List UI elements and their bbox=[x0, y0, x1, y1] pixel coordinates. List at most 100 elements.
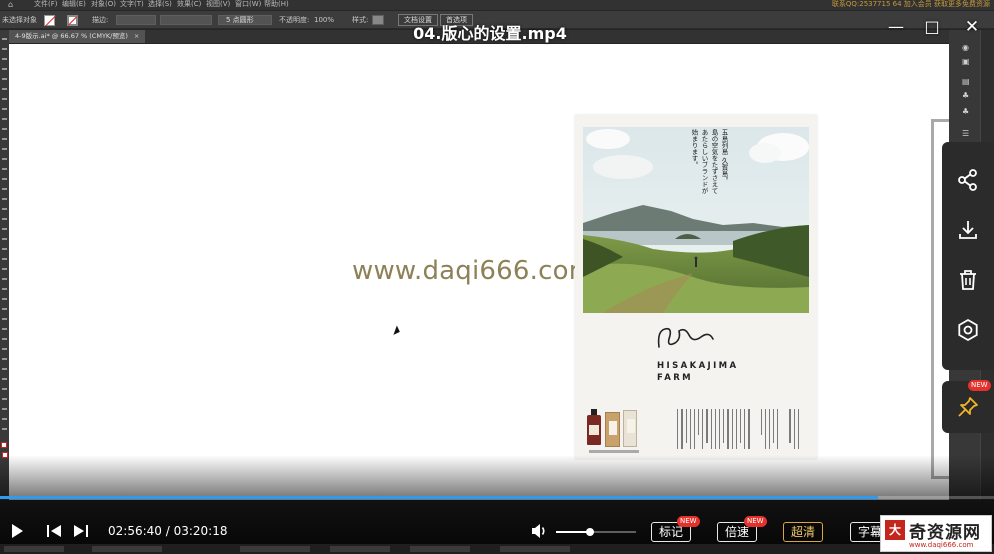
tool-icon[interactable] bbox=[2, 58, 7, 60]
taskbar-item[interactable] bbox=[92, 546, 162, 552]
menu-file[interactable]: 文件(F) bbox=[34, 0, 58, 9]
tool-icon[interactable] bbox=[2, 178, 7, 180]
previous-icon[interactable] bbox=[45, 522, 63, 540]
minimize-button[interactable]: — bbox=[886, 17, 906, 37]
artboards-icon[interactable]: ▤ bbox=[962, 78, 971, 86]
stroke-swatch[interactable] bbox=[67, 15, 78, 26]
taskbar bbox=[0, 544, 994, 554]
home-icon[interactable]: ⌂ bbox=[8, 1, 16, 9]
delete-icon[interactable] bbox=[956, 268, 980, 292]
pin-icon[interactable] bbox=[956, 395, 980, 419]
site-url: www.daqi666.com bbox=[909, 541, 974, 549]
share-icon[interactable] bbox=[956, 168, 980, 192]
taskbar-item[interactable] bbox=[500, 546, 570, 552]
tool-icon[interactable] bbox=[2, 418, 7, 420]
tool-icon[interactable] bbox=[2, 218, 7, 220]
menu-view[interactable]: 视图(V) bbox=[206, 0, 230, 9]
document-tab[interactable]: 4-9版示.ai* @ 66.67 % (CMYK/预览) × bbox=[9, 30, 146, 43]
next-icon[interactable] bbox=[72, 522, 90, 540]
tool-icon[interactable] bbox=[2, 288, 7, 290]
illustrator-menubar: ⌂ 文件(F) 编辑(E) 对象(O) 文字(T) 选择(S) 效果(C) 视图… bbox=[0, 0, 994, 10]
style-swatch[interactable] bbox=[372, 15, 384, 25]
tool-icon[interactable] bbox=[2, 38, 7, 40]
tool-icon[interactable] bbox=[2, 128, 7, 130]
taskbar-item[interactable] bbox=[330, 546, 390, 552]
fill-swatch[interactable] bbox=[44, 15, 55, 26]
volume-icon[interactable] bbox=[530, 522, 548, 540]
tool-icon[interactable] bbox=[2, 298, 7, 300]
tool-icon[interactable] bbox=[2, 148, 7, 150]
download-icon[interactable] bbox=[956, 218, 980, 242]
tool-icon[interactable] bbox=[2, 368, 7, 370]
poster-body-column bbox=[748, 409, 750, 449]
tool-icon[interactable] bbox=[2, 78, 7, 80]
pin-new-badge: NEW bbox=[968, 380, 991, 391]
menu-object[interactable]: 对象(O) bbox=[91, 0, 116, 9]
tool-icon[interactable] bbox=[2, 428, 7, 430]
tool-icon[interactable] bbox=[2, 358, 7, 360]
settings-icon[interactable] bbox=[956, 318, 980, 342]
tool-icon[interactable] bbox=[2, 88, 7, 90]
tool-icon[interactable] bbox=[2, 328, 7, 330]
poster-artboard[interactable]: 五島列島 久賀島。 島の空気をたずさえて あたらしいブランドが 始まります。 H… bbox=[575, 115, 817, 459]
fill-color-icon[interactable] bbox=[1, 442, 7, 448]
tool-icon[interactable] bbox=[2, 318, 7, 320]
tool-icon[interactable] bbox=[2, 388, 7, 390]
symbols-icon[interactable]: ♣ bbox=[962, 92, 971, 100]
tool-icon[interactable] bbox=[2, 268, 7, 270]
tool-icon[interactable] bbox=[2, 118, 7, 120]
taskbar-item[interactable] bbox=[410, 546, 470, 552]
tool-icon[interactable] bbox=[2, 188, 7, 190]
tool-icon[interactable] bbox=[2, 68, 7, 70]
brand-line-1: HISAKAJIMA bbox=[657, 361, 739, 371]
tool-icon[interactable] bbox=[2, 378, 7, 380]
play-icon[interactable] bbox=[8, 522, 26, 540]
tool-icon[interactable] bbox=[2, 168, 7, 170]
stroke-weight-field[interactable] bbox=[116, 15, 156, 25]
close-tab-icon[interactable]: × bbox=[134, 32, 139, 40]
menu-type[interactable]: 文字(T) bbox=[120, 0, 144, 9]
tool-icon[interactable] bbox=[2, 348, 7, 350]
tool-icon[interactable] bbox=[2, 278, 7, 280]
tool-icon[interactable] bbox=[2, 198, 7, 200]
opacity-value[interactable]: 100% bbox=[314, 15, 334, 25]
poster-body-column bbox=[693, 409, 696, 449]
tool-icon[interactable] bbox=[2, 308, 7, 310]
video-title: 04.版心的设置.mp4 bbox=[413, 24, 567, 43]
progress-bar[interactable] bbox=[0, 496, 994, 499]
menu-help[interactable]: 帮助(H) bbox=[264, 0, 289, 9]
taskbar-item[interactable] bbox=[4, 546, 64, 552]
quality-button[interactable]: 超清 bbox=[783, 522, 824, 542]
tool-icon[interactable] bbox=[2, 228, 7, 230]
menu-window[interactable]: 窗口(W) bbox=[235, 0, 261, 9]
product-caption bbox=[589, 450, 639, 453]
tool-icon[interactable] bbox=[2, 48, 7, 50]
product-rice-bag-white bbox=[623, 410, 637, 447]
tool-icon[interactable] bbox=[2, 108, 7, 110]
tool-icon[interactable] bbox=[2, 98, 7, 100]
taskbar-item[interactable] bbox=[240, 546, 310, 552]
artboard-canvas[interactable]: www.daqi666.com 五島列島 久賀島。 島の空気をたずさえて あたら… bbox=[9, 44, 949, 500]
tool-icon[interactable] bbox=[2, 338, 7, 340]
menu-edit[interactable]: 编辑(E) bbox=[62, 0, 86, 9]
menu-effect[interactable]: 效果(C) bbox=[177, 0, 201, 9]
document-icon[interactable]: ▣ bbox=[962, 58, 971, 66]
variable-width-profile[interactable] bbox=[160, 15, 212, 25]
menu-select[interactable]: 选择(S) bbox=[148, 0, 172, 9]
tool-icon[interactable] bbox=[2, 408, 7, 410]
layers-icon[interactable]: ◉ bbox=[962, 44, 971, 52]
maximize-button[interactable]: □ bbox=[922, 17, 942, 37]
tool-icon[interactable] bbox=[2, 208, 7, 210]
tool-icon[interactable] bbox=[2, 398, 7, 400]
tool-icon[interactable] bbox=[2, 258, 7, 260]
close-button[interactable]: ✕ bbox=[962, 17, 982, 37]
volume-slider[interactable] bbox=[556, 528, 636, 536]
tool-icon[interactable] bbox=[2, 138, 7, 140]
tool-icon[interactable] bbox=[2, 158, 7, 160]
brushes-icon[interactable]: ♣ bbox=[962, 108, 971, 116]
align-icon[interactable]: ☰ bbox=[962, 130, 971, 138]
stroke-label: 描边: bbox=[92, 16, 109, 24]
tool-icon[interactable] bbox=[2, 248, 7, 250]
poster-copy-line-1: 五島列島 久賀島。 bbox=[720, 129, 728, 184]
tool-icon[interactable] bbox=[2, 238, 7, 240]
